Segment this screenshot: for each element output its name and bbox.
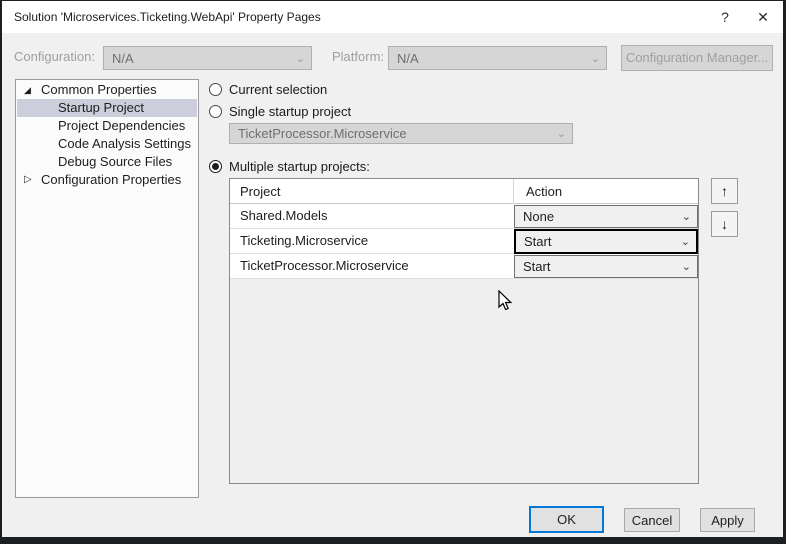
tree-item-configuration-properties[interactable]: ▷ Configuration Properties (17, 171, 197, 189)
platform-label: Platform: (332, 49, 385, 64)
chevron-down-icon: ⌄ (556, 128, 566, 140)
single-startup-project-value: TicketProcessor.Microservice (238, 126, 407, 141)
column-header-action[interactable]: Action (526, 179, 562, 204)
tree-item-label[interactable]: Common Properties (41, 81, 157, 99)
move-down-button[interactable]: ↓ (711, 211, 738, 237)
configuration-manager-label: Configuration Manager... (625, 50, 769, 65)
close-icon[interactable]: ✕ (748, 1, 778, 33)
tree-item-label[interactable]: Debug Source Files (58, 153, 172, 171)
chevron-down-icon: ⌄ (590, 52, 600, 65)
action-select-ticketing-microservice[interactable]: Start ⌄ (514, 229, 698, 254)
screen-background: Solution 'Microservices.Ticketing.WebApi… (0, 0, 786, 544)
chevron-down-icon: ⌄ (680, 236, 690, 248)
chevron-down-icon: ⌄ (295, 52, 305, 65)
tree-item-debug-source-files[interactable]: Debug Source Files (17, 153, 197, 171)
configuration-label: Configuration: (14, 49, 95, 64)
project-cell[interactable]: TicketProcessor.Microservice (240, 254, 409, 278)
radio-single-startup-project-label[interactable]: Single startup project (229, 104, 351, 120)
action-value: Start (523, 259, 551, 274)
tree-item-code-analysis-settings[interactable]: Code Analysis Settings (17, 135, 197, 153)
tree-expanded-icon[interactable]: ◢ (24, 81, 38, 99)
apply-button-label: Apply (711, 512, 744, 528)
platform-value: N/A (397, 50, 419, 66)
help-icon[interactable]: ? (710, 1, 740, 33)
tree-item-label[interactable]: Configuration Properties (41, 171, 181, 189)
window-title: Solution 'Microservices.Ticketing.WebApi… (14, 10, 321, 24)
action-select-ticketprocessor-microservice[interactable]: Start ⌄ (514, 255, 698, 278)
single-startup-project-select[interactable]: TicketProcessor.Microservice ⌄ (229, 123, 573, 144)
tree-item-project-dependencies[interactable]: Project Dependencies (17, 117, 197, 135)
apply-button[interactable]: Apply (700, 508, 755, 532)
column-header-project[interactable]: Project (240, 179, 280, 204)
action-select-shared-models[interactable]: None ⌄ (514, 205, 698, 228)
property-category-tree: ◢ Common Properties Startup Project Proj… (15, 79, 199, 498)
cancel-button[interactable]: Cancel (624, 508, 680, 532)
project-cell[interactable]: Ticketing.Microservice (240, 229, 368, 253)
table-header-row: Project Action (230, 179, 698, 204)
action-value: Start (524, 234, 552, 249)
action-value: None (523, 209, 555, 224)
move-up-button[interactable]: ↑ (711, 178, 738, 204)
tree-item-common-properties[interactable]: ◢ Common Properties (17, 81, 197, 99)
radio-single-startup-project[interactable] (209, 105, 222, 118)
radio-multiple-startup-projects-label[interactable]: Multiple startup projects: (229, 159, 370, 175)
ok-button[interactable]: OK (529, 506, 604, 533)
chevron-down-icon: ⌄ (681, 211, 691, 223)
tree-item-label[interactable]: Code Analysis Settings (58, 135, 191, 153)
radio-multiple-startup-projects[interactable] (209, 160, 222, 173)
radio-current-selection[interactable] (209, 83, 222, 96)
configuration-value: N/A (112, 50, 134, 66)
down-arrow-icon: ↓ (721, 216, 728, 232)
titlebar[interactable]: Solution 'Microservices.Ticketing.WebApi… (2, 1, 783, 33)
radio-current-selection-label[interactable]: Current selection (229, 82, 327, 98)
tree-item-label[interactable]: Startup Project (58, 99, 144, 117)
configuration-manager-button[interactable]: Configuration Manager... (621, 45, 773, 71)
up-arrow-icon: ↑ (721, 183, 728, 199)
project-cell[interactable]: Shared.Models (240, 204, 327, 228)
cancel-button-label: Cancel (631, 512, 673, 528)
tree-collapsed-icon[interactable]: ▷ (24, 171, 38, 189)
tree-item-startup-project[interactable]: Startup Project (17, 99, 197, 117)
property-pages-dialog: Solution 'Microservices.Ticketing.WebApi… (2, 1, 783, 537)
tree-item-label[interactable]: Project Dependencies (58, 117, 185, 135)
platform-select[interactable]: N/A ⌄ (388, 46, 607, 70)
configuration-select[interactable]: N/A ⌄ (103, 46, 312, 70)
ok-button-label: OK (557, 512, 576, 527)
chevron-down-icon: ⌄ (681, 261, 691, 273)
startup-projects-table: Project Action Shared.Models None ⌄ Tick… (229, 178, 699, 484)
